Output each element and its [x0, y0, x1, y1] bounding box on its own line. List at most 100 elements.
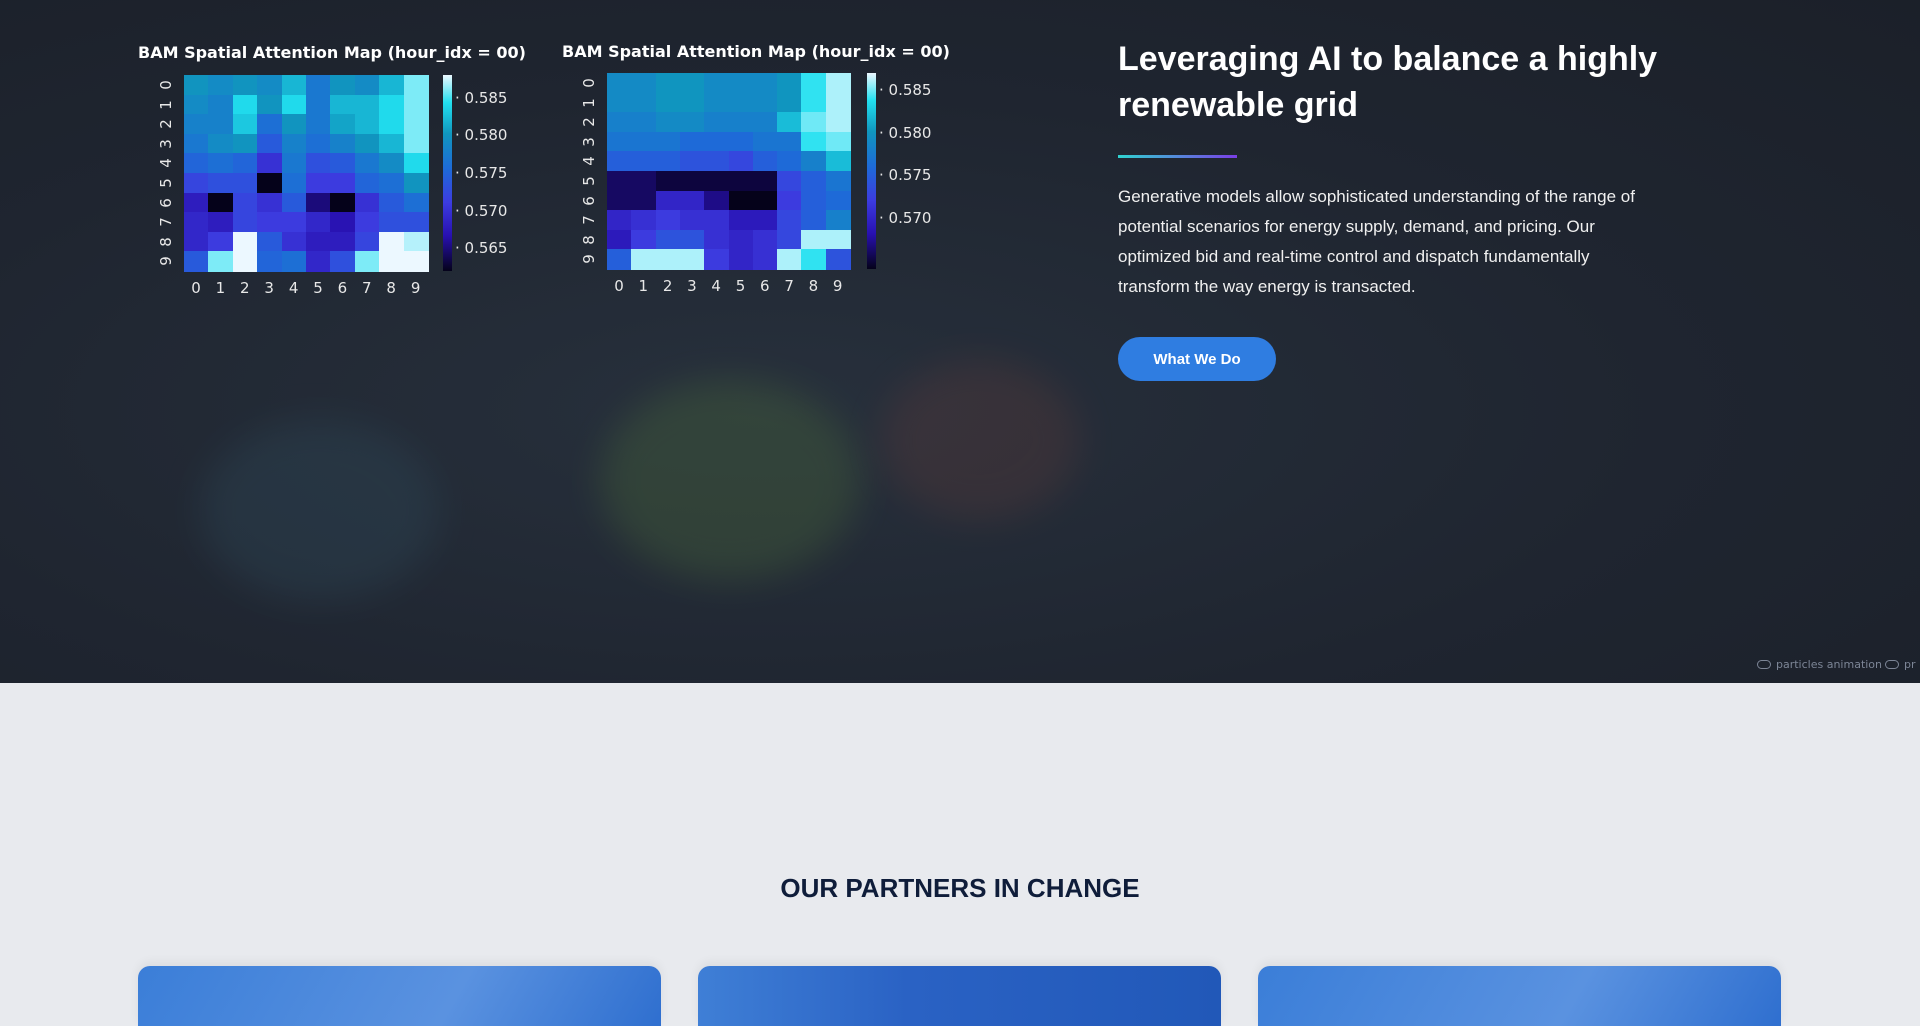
hero-description: Generative models allow sophisticated un…: [1118, 187, 1635, 296]
heatmap-cell: [801, 92, 827, 113]
heatmap-cell: [631, 249, 657, 270]
heatmap-cell: [655, 151, 681, 172]
heatmap-cell: [679, 229, 705, 250]
heatmap-cell: [679, 171, 705, 192]
x-tick-label: 8: [808, 277, 819, 295]
heatmap-cell: [330, 75, 356, 96]
heatmap-cell: [403, 212, 429, 233]
heatmap-cell: [257, 75, 283, 96]
second-toggle[interactable]: pr: [1885, 658, 1916, 671]
heatmap-cell: [801, 73, 827, 94]
heatmap-cell: [354, 153, 380, 174]
particles-animation-toggle[interactable]: particles animation: [1757, 658, 1882, 671]
heatmap-cell: [281, 173, 307, 194]
heatmap-cell: [379, 153, 405, 174]
heatmap-cell: [801, 112, 827, 133]
heatmap-cell: [631, 92, 657, 113]
heatmap-cell: [184, 231, 209, 252]
heatmap-cell: [354, 231, 380, 252]
heatmap-cell: [704, 131, 730, 152]
heatmap-cell: [728, 190, 754, 211]
y-tick-label: 9: [580, 254, 598, 265]
heatmap-cell: [752, 131, 778, 152]
y-tick-label: 6: [157, 197, 175, 208]
x-tick-label: 1: [215, 279, 226, 297]
x-tick-label: 3: [687, 277, 697, 295]
heatmap-cell: [631, 112, 657, 133]
y-tick-label: 5: [580, 176, 598, 186]
colorbar-tick-label: · 0.570: [879, 208, 932, 227]
colorbar-tick-label: · 0.585: [455, 88, 508, 107]
x-tick-label: 2: [662, 277, 673, 295]
heatmap-cell: [801, 249, 827, 270]
heatmap-cell: [825, 112, 851, 133]
heatmap-cell: [281, 114, 307, 135]
heatmap-cell: [330, 212, 356, 233]
heatmap-cell: [232, 114, 258, 135]
heatmap-cell: [379, 94, 405, 115]
heatmap-cell: [704, 171, 730, 192]
y-tick-label: 8: [580, 235, 598, 245]
heatmap-cell: [403, 94, 429, 115]
heatmap-cell: [208, 153, 234, 174]
partner-card[interactable]: [698, 966, 1221, 1026]
heatmap-cell: [257, 133, 283, 154]
heatmap-cell: [679, 210, 705, 231]
heatmap-cell: [232, 75, 258, 96]
heatmap-cell: [257, 212, 283, 233]
heatmap-cell: [825, 229, 851, 250]
heatmap-cell: [379, 212, 405, 233]
heatmap-cell: [777, 190, 802, 211]
heatmap-cell: [379, 75, 405, 96]
heatmap-cell: [777, 92, 802, 113]
hero-section: BAM Spatial Attention Map (hour_idx = 00…: [0, 0, 1920, 683]
partner-card[interactable]: [1258, 966, 1781, 1026]
y-tick-label: 4: [580, 156, 598, 167]
x-tick-label: 5: [313, 279, 323, 297]
heatmap-cell: [825, 131, 851, 152]
heatmap-cell: [704, 190, 730, 211]
heatmap-cell: [306, 114, 331, 135]
heatmap-cell: [184, 173, 209, 194]
heatmap-cell: [379, 231, 405, 252]
heatmap-cell: [379, 173, 405, 194]
heatmap-cell: [777, 210, 802, 231]
heatmap-cell: [208, 94, 234, 115]
heatmap-cell: [330, 94, 356, 115]
x-tick-label: 3: [264, 279, 274, 297]
x-tick-label: 2: [240, 279, 250, 297]
heatmap-cell: [825, 190, 851, 211]
accent-divider: [1118, 155, 1237, 158]
heatmap-cell: [184, 212, 209, 233]
heatmap-cell: [281, 251, 307, 272]
heatmap-cell: [728, 92, 754, 113]
heatmap-cell: [257, 114, 283, 135]
colorbar-tick-label: · 0.580: [879, 123, 932, 142]
heatmap-cell: [607, 112, 632, 133]
heatmap-cell: [403, 75, 429, 96]
toggle-icon: [1885, 660, 1899, 669]
heatmap-cell: [801, 190, 827, 211]
heatmap-cell: [752, 92, 778, 113]
y-tick-label: 2: [580, 117, 598, 127]
heatmap-cell: [704, 92, 730, 113]
heatmap-cell: [281, 75, 307, 96]
heatmap-cell: [607, 210, 632, 231]
heatmap-cell: [403, 153, 429, 174]
heatmap-cell: [232, 192, 258, 213]
y-tick-label: 1: [157, 99, 175, 110]
heatmap-cell: [825, 210, 851, 231]
heatmap-cell: [655, 112, 681, 133]
heatmap-cell: [607, 73, 632, 94]
heatmap-cell: [777, 229, 802, 250]
heatmap-cell: [306, 251, 331, 272]
partner-card[interactable]: [138, 966, 661, 1026]
heatmap-cell: [728, 73, 754, 94]
colorbar-tick-label: · 0.580: [455, 126, 508, 145]
x-tick-label: 6: [760, 277, 770, 295]
heatmap-cell: [607, 171, 632, 192]
what-we-do-button[interactable]: What We Do: [1118, 337, 1276, 381]
heatmap-cell: [704, 73, 730, 94]
heatmap-cell: [655, 249, 681, 270]
heatmap-cell: [777, 171, 802, 192]
